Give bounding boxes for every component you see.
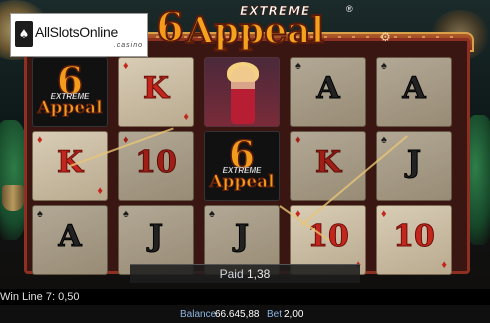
- suit-diamond-icon: ♦: [441, 259, 447, 271]
- card-rank: 10: [135, 145, 178, 180]
- card-ace-spade: ♠ A: [290, 57, 366, 127]
- card-king-diamond: ♦ K: [290, 131, 366, 201]
- suit-diamond-icon: ♦: [37, 134, 43, 146]
- card-ten-diamond: ♦ 10 ♦: [376, 205, 452, 275]
- suit-diamond-icon: ♦: [381, 208, 387, 220]
- balance-label: Balance: [180, 309, 217, 320]
- logo-appeal: Appeal: [185, 9, 325, 53]
- logo-number: 6: [155, 4, 185, 51]
- casino-badge[interactable]: ♠ AllSlotsOnline .casino: [10, 13, 148, 57]
- symbol-6-appeal: Appeal: [209, 172, 275, 193]
- symbol-6-extreme-appeal: 6 EXTREME Appeal: [32, 57, 108, 127]
- card-ace-spade: ♠ A: [32, 205, 108, 275]
- card-rank: A: [402, 71, 426, 106]
- balance-value: 66.645,88: [215, 309, 260, 320]
- paid-label: Paid: [219, 267, 244, 281]
- card-rank: A: [58, 219, 82, 254]
- reel-grid: 6 EXTREME Appeal ♦ K ♦ ♠ A ♦ K ♦ ♦ 10 ♠ …: [30, 55, 460, 275]
- suit-spade-icon: ♠: [295, 60, 301, 72]
- card-rank: J: [234, 219, 250, 254]
- win-line-text: Win Line 7: 0,50: [0, 291, 80, 303]
- card-rank: 10: [393, 219, 436, 254]
- suit-diamond-icon: ♦: [295, 134, 301, 146]
- card-rank: A: [316, 71, 340, 106]
- suit-diamond-icon: ♦: [123, 60, 129, 72]
- symbol-6-extreme-appeal: 6 EXTREME Appeal: [204, 131, 280, 201]
- logo-registered: ®: [346, 4, 353, 14]
- card-rank: J: [148, 219, 164, 254]
- vase: [2, 185, 24, 211]
- suit-spade-icon: ♠: [37, 208, 43, 220]
- card-icon: ♠: [15, 21, 33, 47]
- suit-spade-icon: ♠: [381, 134, 387, 146]
- card-ace-spade: ♠ A: [376, 57, 452, 127]
- suit-spade-icon: ♠: [123, 208, 129, 220]
- suit-spade-icon: ♠: [209, 208, 215, 220]
- suit-spade-icon: ♠: [381, 60, 387, 72]
- game-scene: ⚙ 6 EXTREME Appeal ♦ K ♦ ♠ A ♦ K ♦ ♦ 10 …: [0, 0, 490, 323]
- bet-label: Bet: [267, 309, 283, 320]
- suit-diamond-icon: ♦: [97, 185, 103, 197]
- casino-name: AllSlotsOnline: [35, 24, 118, 40]
- paid-value: 1,38: [247, 267, 271, 281]
- card-rank: K: [56, 145, 84, 180]
- win-line-info: Win Line 7: 0,50: [0, 289, 490, 305]
- card-king-diamond: ♦ K ♦: [118, 57, 194, 127]
- card-rank: K: [142, 71, 170, 106]
- casino-sub: .casino: [113, 42, 143, 49]
- card-jack-spade: ♠ J: [376, 131, 452, 201]
- paid-display: Paid 1,38: [130, 267, 360, 281]
- paid-bar: Paid 1,38: [130, 264, 360, 283]
- bet-value[interactable]: 2,00: [284, 309, 303, 320]
- card-ten-diamond: ♦ 10: [118, 131, 194, 201]
- gear-icon[interactable]: ⚙: [380, 30, 391, 44]
- lady-figure: [231, 66, 255, 124]
- card-rank: K: [314, 145, 342, 180]
- symbol-6-appeal: Appeal: [37, 98, 103, 119]
- symbol-lady: [204, 57, 280, 127]
- status-bar: Balance 66.645,88 Bet 2,00: [0, 306, 490, 323]
- game-logo: 6 EXTREME ® Appeal: [150, 4, 360, 54]
- suit-diamond-icon: ♦: [183, 111, 189, 123]
